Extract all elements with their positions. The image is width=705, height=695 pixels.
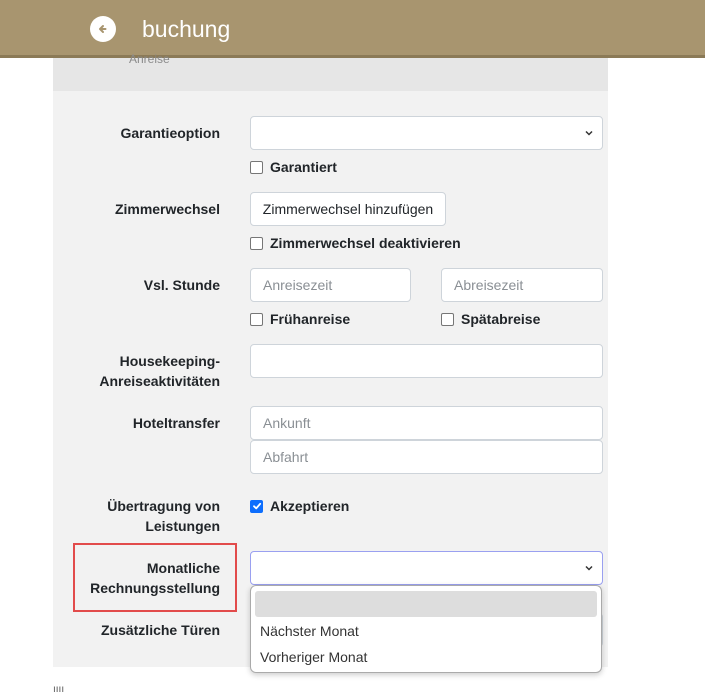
checkmark-icon bbox=[252, 502, 261, 510]
services-label-line1: Übertragung von bbox=[107, 498, 220, 514]
doors-label: Zusätzliche Türen bbox=[100, 622, 220, 638]
early-arrival-label: Frühanreise bbox=[270, 311, 351, 327]
chevron-down-icon bbox=[585, 565, 593, 571]
chevron-down-icon bbox=[585, 130, 593, 136]
option-next-month[interactable]: Nächster Monat bbox=[260, 623, 359, 639]
checkbox-box[interactable] bbox=[250, 499, 263, 513]
transfer-departure-input[interactable]: Abfahrt bbox=[250, 440, 603, 474]
checkbox-box[interactable] bbox=[250, 236, 263, 250]
accept-checkbox-label: Akzeptieren bbox=[270, 498, 350, 514]
panel-cut-text: Anreise bbox=[129, 52, 170, 66]
housekeeping-label: Housekeeping- Anreiseaktivitäten bbox=[70, 351, 220, 391]
page-title: buchung bbox=[142, 16, 231, 42]
header-bar: buchung bbox=[0, 0, 705, 58]
late-departure-label: Spätabreise bbox=[461, 311, 541, 327]
checkbox-box[interactable] bbox=[441, 312, 454, 326]
arrival-time-input[interactable]: Anreisezeit bbox=[250, 268, 411, 302]
guaranteed-checkbox-label: Garantiert bbox=[270, 159, 337, 175]
transfer-arrival-input[interactable]: Ankunft bbox=[250, 406, 603, 440]
guaranteed-checkbox[interactable]: Garantiert bbox=[250, 159, 337, 175]
services-label: Übertragung von Leistungen bbox=[80, 496, 220, 536]
panel-header: Anreise bbox=[53, 52, 608, 91]
option-previous-month[interactable]: Vorheriger Monat bbox=[260, 649, 367, 665]
housekeeping-label-line2: Anreiseaktivitäten bbox=[99, 373, 220, 389]
guarantee-select[interactable] bbox=[250, 116, 603, 150]
billing-select[interactable] bbox=[250, 551, 603, 585]
checkbox-box[interactable] bbox=[250, 312, 263, 326]
arrow-left-circle-icon bbox=[99, 25, 107, 33]
departure-time-input[interactable]: Abreisezeit bbox=[441, 268, 603, 302]
guarantee-label: Garantieoption bbox=[120, 125, 220, 141]
back-button[interactable] bbox=[90, 16, 116, 42]
transfer-label: Hoteltransfer bbox=[132, 415, 220, 431]
room-change-label: Zimmerwechsel bbox=[114, 201, 220, 217]
disable-room-change-checkbox[interactable]: Zimmerwechsel deaktivieren bbox=[250, 235, 461, 251]
hour-label: Vsl. Stunde bbox=[143, 277, 220, 293]
housekeeping-label-line1: Housekeeping- bbox=[119, 353, 220, 369]
billing-dropdown: Nächster Monat Vorheriger Monat bbox=[250, 585, 602, 673]
housekeeping-input[interactable] bbox=[250, 344, 603, 378]
early-arrival-checkbox[interactable]: Frühanreise bbox=[250, 311, 350, 327]
bottom-fragment: ıııı bbox=[53, 684, 65, 695]
services-label-line2: Leistungen bbox=[145, 518, 220, 534]
late-departure-checkbox[interactable]: Spätabreise bbox=[441, 311, 540, 327]
add-room-change-button[interactable]: Zimmerwechsel hinzufügen bbox=[250, 192, 446, 226]
highlight-box bbox=[73, 543, 237, 612]
disable-room-change-label: Zimmerwechsel deaktivieren bbox=[270, 235, 461, 251]
option-empty[interactable] bbox=[255, 591, 597, 617]
accept-checkbox[interactable]: Akzeptieren bbox=[250, 498, 349, 514]
checkbox-box[interactable] bbox=[250, 160, 263, 174]
